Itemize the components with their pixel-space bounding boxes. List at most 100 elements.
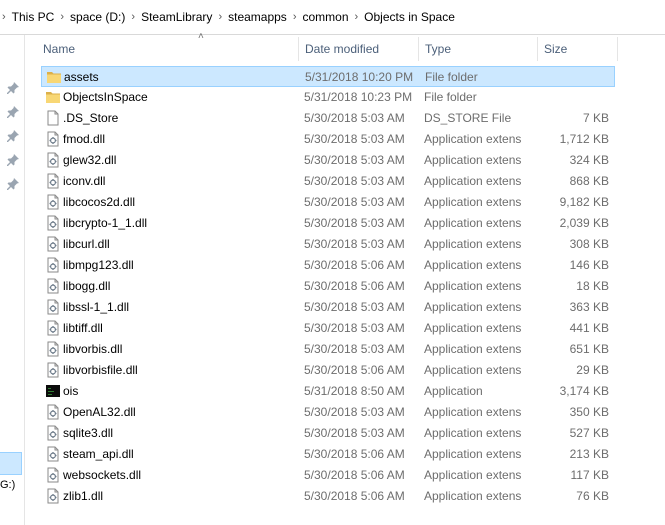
file-name: .DS_Store <box>63 111 119 125</box>
file-row[interactable]: zlib1.dll 5/30/2018 5:06 AM Application ex… <box>41 486 615 507</box>
column-header-date[interactable]: Date modified <box>298 35 418 63</box>
column-header-type[interactable]: Type <box>418 35 537 63</box>
file-type: Application extens <box>424 342 522 356</box>
chevron-right-icon[interactable]: › <box>289 11 301 23</box>
file-size: 651 KB <box>569 342 609 356</box>
chevron-right-icon[interactable]: › <box>351 11 363 23</box>
file-row[interactable]: glew32.dll 5/30/2018 5:03 AM Application e… <box>41 150 615 171</box>
file-date-modified: 5/30/2018 5:06 AM <box>304 258 405 272</box>
file-date-modified: 5/31/2018 10:20 PM <box>305 70 414 84</box>
column-header-bar: ˄ Name Date modified Type Size <box>36 31 665 63</box>
file-size: 9,182 KB <box>559 195 609 209</box>
breadcrumb-this-pc[interactable]: This PC <box>10 10 57 24</box>
dll-icon <box>45 320 61 336</box>
column-header-size[interactable]: Size <box>537 35 617 63</box>
file-name: ObjectsInSpace <box>63 90 148 104</box>
column-header-name[interactable]: Name <box>36 35 298 63</box>
file-date-modified: 5/30/2018 5:06 AM <box>304 447 405 461</box>
breadcrumb-drive[interactable]: space (D:) <box>68 10 127 24</box>
file-row[interactable]: ObjectsInSpace 5/31/2018 10:23 PM File fol… <box>41 87 615 108</box>
pin-icon[interactable] <box>6 177 20 191</box>
file-size: 7 KB <box>582 111 609 125</box>
file-date-modified: 5/30/2018 5:06 AM <box>304 279 405 293</box>
dll-icon <box>45 341 61 357</box>
file-size <box>540 67 610 88</box>
file-row[interactable]: libcrypto-1_1.dll 5/30/2018 5:03 AM Applic… <box>41 213 615 234</box>
file-row[interactable]: libssl-1_1.dll 5/30/2018 5:03 AM Applicati… <box>41 297 615 318</box>
file-row[interactable]: sqlite3.dll 5/30/2018 5:03 AM Application … <box>41 423 615 444</box>
file-name: websockets.dll <box>63 468 142 482</box>
navigation-pane: G:) <box>0 35 25 525</box>
file-size: 527 KB <box>569 426 609 440</box>
file-name: OpenAL32.dll <box>63 405 136 419</box>
file-row[interactable]: OpenAL32.dll 5/30/2018 5:03 AM Application… <box>41 402 615 423</box>
file-row[interactable]: websockets.dll 5/30/2018 5:06 AM Applicati… <box>41 465 615 486</box>
dll-icon <box>45 404 61 420</box>
breadcrumb-common[interactable]: common <box>300 10 350 24</box>
file-size: 363 KB <box>569 300 609 314</box>
file-type: Application extens <box>424 405 522 419</box>
file-type: Application extens <box>424 363 522 377</box>
dll-icon <box>45 131 61 147</box>
file-size: 3,174 KB <box>559 384 609 398</box>
column-divider[interactable] <box>617 37 618 61</box>
file-name: libcrypto-1_1.dll <box>63 216 148 230</box>
folder-icon <box>45 89 61 105</box>
file-name: libvorbisfile.dll <box>63 363 138 377</box>
file-name: libogg.dll <box>63 279 111 293</box>
file-size: 117 KB <box>570 468 609 482</box>
file-type: Application extens <box>424 174 522 188</box>
file-row[interactable]: libtiff.dll 5/30/2018 5:03 AM Application … <box>41 318 615 339</box>
dll-icon <box>45 173 61 189</box>
file-row[interactable]: steam_api.dll 5/30/2018 5:06 AM Applicatio… <box>41 444 615 465</box>
file-size <box>539 87 609 108</box>
pin-icon[interactable] <box>6 81 20 95</box>
file-name: libcurl.dll <box>63 237 110 251</box>
file-type: Application extens <box>424 321 522 335</box>
file-name: libssl-1_1.dll <box>63 300 130 314</box>
breadcrumb-steamlibrary[interactable]: SteamLibrary <box>139 10 214 24</box>
dll-icon <box>45 236 61 252</box>
file-row[interactable]: libcocos2d.dll 5/30/2018 5:03 AM Applicati… <box>41 192 615 213</box>
chevron-right-icon[interactable]: › <box>127 11 139 23</box>
pin-icon[interactable] <box>6 129 20 143</box>
dll-icon <box>45 362 61 378</box>
file-row[interactable]: libvorbis.dll 5/30/2018 5:03 AM Applicatio… <box>41 339 615 360</box>
chevron-right-icon: › <box>2 11 6 23</box>
file-size: 308 KB <box>569 237 609 251</box>
file-size: 146 KB <box>569 258 609 272</box>
nav-item-selected[interactable] <box>0 452 22 475</box>
dll-icon <box>45 278 61 294</box>
chevron-right-icon[interactable]: › <box>214 11 226 23</box>
file-type: Application extens <box>424 237 522 251</box>
file-row[interactable]: .DS_Store 5/30/2018 5:03 AM DS_STORE File 7… <box>41 108 615 129</box>
file-row[interactable]: libcurl.dll 5/30/2018 5:03 AM Application … <box>41 234 615 255</box>
breadcrumb-steamapps[interactable]: steamapps <box>226 10 289 24</box>
pin-icon[interactable] <box>6 153 20 167</box>
file-type: Application extens <box>424 468 522 482</box>
file-row[interactable]: ois 5/31/2018 8:50 AM Application 3,174 KB <box>41 381 615 402</box>
file-name: libvorbis.dll <box>63 342 123 356</box>
dll-icon <box>45 467 61 483</box>
file-name: glew32.dll <box>63 153 117 167</box>
file-size: 213 KB <box>569 447 609 461</box>
breadcrumb-current-folder[interactable]: Objects in Space <box>362 10 457 24</box>
file-date-modified: 5/30/2018 5:03 AM <box>304 237 405 251</box>
file-type: File folder <box>424 90 477 104</box>
pin-icon[interactable] <box>6 105 20 119</box>
file-date-modified: 5/31/2018 10:23 PM <box>304 90 413 104</box>
file-date-modified: 5/30/2018 5:03 AM <box>304 426 405 440</box>
file-name: assets <box>64 70 99 84</box>
file-row[interactable]: libvorbisfile.dll 5/30/2018 5:06 AM Applic… <box>41 360 615 381</box>
file-type: Application extens <box>424 279 522 293</box>
file-row[interactable]: libogg.dll 5/30/2018 5:06 AM Application e… <box>41 276 615 297</box>
file-date-modified: 5/30/2018 5:03 AM <box>304 174 405 188</box>
file-row[interactable]: iconv.dll 5/30/2018 5:03 AM Application ex… <box>41 171 615 192</box>
chevron-right-icon[interactable]: › <box>56 11 68 23</box>
file-size: 868 KB <box>569 174 609 188</box>
file-row[interactable]: libmpg123.dll 5/30/2018 5:06 AM Applicatio… <box>41 255 615 276</box>
file-row[interactable]: fmod.dll 5/30/2018 5:03 AM Application ext… <box>41 129 615 150</box>
nav-item-drive-label[interactable]: G:) <box>0 479 15 491</box>
file-type: Application extens <box>424 195 522 209</box>
file-row[interactable]: assets 5/31/2018 10:20 PM File folder <box>41 66 615 87</box>
